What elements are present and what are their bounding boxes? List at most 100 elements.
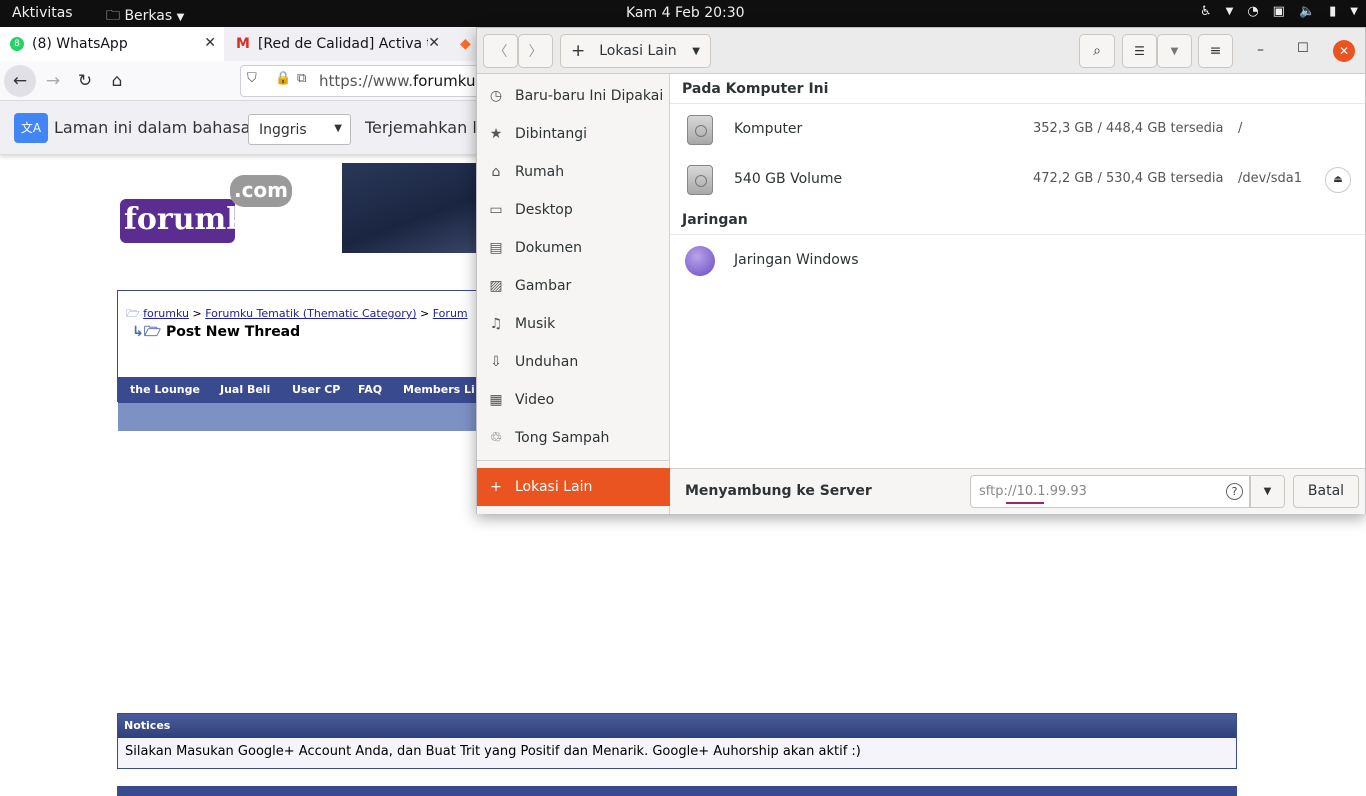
activities-button[interactable]: Aktivitas xyxy=(12,5,73,21)
translate-icon: 文A xyxy=(14,113,48,143)
home-button[interactable]: ⌂ xyxy=(101,65,133,97)
breadcrumb-link-forumku[interactable]: forumku xyxy=(143,307,189,320)
sidebar-item-pictures[interactable]: ▨ Gambar xyxy=(477,267,670,305)
language-select[interactable]: Inggris ▼ xyxy=(248,114,351,145)
sidebar-item-music[interactable]: ♫ Musik xyxy=(477,305,670,343)
forward-button[interactable]: 〉 xyxy=(518,34,553,68)
folder-icon: ↳🗁 xyxy=(132,324,162,340)
breadcrumb-link-tematik[interactable]: Forumku Tematik (Thematic Category) xyxy=(205,307,416,320)
close-icon[interactable]: ✕ xyxy=(204,35,216,51)
translate-button[interactable]: Terjemahkan la xyxy=(365,118,487,137)
notices-text: Silakan Masukan Google+ Account Anda, da… xyxy=(118,738,1236,768)
back-button[interactable]: 〈 xyxy=(483,34,518,68)
permissions-icon[interactable]: ⧉ xyxy=(297,71,306,86)
system-tray[interactable]: ♿ ▼ ◔ ▣ 🔈 ▮ ▼ xyxy=(1200,4,1358,19)
wifi-icon: ◔ xyxy=(1247,4,1259,19)
chevron-down-icon: ▼ xyxy=(1170,45,1179,57)
section-header-network: Jaringan xyxy=(670,205,1365,235)
drive-space: 472,2 GB / 530,4 GB tersedia xyxy=(1033,171,1224,186)
connect-server-bar: Menyambung ke Server sftp://10.1.99.93 ?… xyxy=(670,468,1365,514)
whatsapp-icon: 8 xyxy=(10,37,24,51)
server-history-dropdown[interactable]: ▼ xyxy=(1250,475,1285,508)
sidebar-item-home[interactable]: ⌂ Rumah xyxy=(477,153,670,191)
app-menu[interactable]: 🗀 Berkas ▼ xyxy=(106,5,184,29)
sidebar-item-other-locations[interactable]: + Lokasi Lain xyxy=(477,468,670,506)
chevron-left-icon: 〈 xyxy=(493,44,508,60)
drive-space: 352,3 GB / 448,4 GB tersedia xyxy=(1033,121,1224,136)
view-options-button[interactable]: ▼ xyxy=(1157,34,1192,68)
menu-button[interactable]: ≡ xyxy=(1198,34,1233,68)
breadcrumb-link-forum[interactable]: Forum xyxy=(433,307,468,320)
chevron-down-icon: ▼ xyxy=(692,45,700,57)
sidebar-item-starred[interactable]: ★ Dibintangi xyxy=(477,115,670,153)
accessibility-icon[interactable]: ♿ xyxy=(1200,4,1212,19)
top-bar: Aktivitas 🗀 Berkas ▼ Kam 4 Feb 20:30 ♿ ▼… xyxy=(0,0,1366,27)
spellcheck-underline xyxy=(1006,502,1044,504)
cancel-button[interactable]: Batal xyxy=(1293,475,1359,508)
help-icon[interactable]: ? xyxy=(1226,483,1243,500)
translate-prompt: Laman ini dalam bahasa xyxy=(54,118,251,137)
volume-icon: 🔈 xyxy=(1298,4,1316,19)
list-view-icon: ☰ xyxy=(1134,44,1145,58)
header-bar: 〈 〉 + Lokasi Lain ▼ ⌕ ☰ ▼ ≡ – ☐ ✕ xyxy=(477,28,1365,74)
clock-icon: ◷ xyxy=(489,88,503,104)
search-button[interactable]: ⌕ xyxy=(1079,34,1115,68)
close-icon[interactable]: ✕ xyxy=(428,35,440,51)
lock-icon[interactable]: 🔒 xyxy=(275,71,291,86)
network-name: Jaringan Windows xyxy=(734,252,859,268)
view-list-button[interactable]: ☰ xyxy=(1122,34,1157,68)
eject-icon[interactable]: ⏏ xyxy=(1325,167,1351,193)
nav-link-lounge[interactable]: the Lounge xyxy=(130,383,200,396)
server-address-input[interactable]: sftp://10.1.99.93 ? xyxy=(970,475,1250,508)
tab-gmail[interactable]: M [Red de Calidad] Activa t ✕ xyxy=(226,27,448,61)
forumku-logo[interactable]: forumku xyxy=(120,199,269,243)
sidebar-item-label: Desktop xyxy=(515,202,573,218)
back-button[interactable]: ← xyxy=(4,65,36,97)
sidebar-item-documents[interactable]: ▤ Dokumen xyxy=(477,229,670,267)
drive-mount: / xyxy=(1238,121,1243,136)
network-row-windows[interactable]: Jaringan Windows xyxy=(670,236,1365,286)
document-icon: ▤ xyxy=(489,240,503,256)
page-title-text: Post New Thread xyxy=(165,324,301,340)
location-button[interactable]: + Lokasi Lain ▼ xyxy=(560,34,711,68)
sidebar-item-downloads[interactable]: ⇩ Unduhan xyxy=(477,343,670,381)
reload-button[interactable]: ↻ xyxy=(69,65,101,97)
sidebar-item-recent[interactable]: ◷ Baru-baru Ini Dipakai xyxy=(477,77,670,115)
minimize-button[interactable]: – xyxy=(1257,42,1264,58)
folder-icon: 🗁 xyxy=(126,307,140,320)
star-icon: ★ xyxy=(489,126,503,142)
breadcrumb-separator: > xyxy=(192,307,202,320)
tab-whatsapp[interactable]: 8 (8) WhatsApp ✕ xyxy=(0,27,224,61)
drive-row-komputer[interactable]: Komputer 352,3 GB / 448,4 GB tersedia / xyxy=(670,105,1365,155)
plus-icon: + xyxy=(571,41,586,61)
nav-link-faq[interactable]: FAQ xyxy=(358,383,382,396)
gitlab-icon: ◆ xyxy=(460,36,471,52)
nav-link-user-cp[interactable]: User CP xyxy=(292,383,340,396)
drive-row-volume[interactable]: 540 GB Volume 472,2 GB / 530,4 GB tersed… xyxy=(670,155,1365,205)
banner-image xyxy=(342,163,476,253)
sidebar-item-label: Dokumen xyxy=(515,240,583,256)
folder-icon: 🗀 xyxy=(106,8,120,24)
sidebar-item-label: Unduhan xyxy=(515,354,579,370)
clock[interactable]: Kam 4 Feb 20:30 xyxy=(626,5,745,21)
forward-button[interactable]: → xyxy=(37,65,69,97)
nav-link-jual-beli[interactable]: Jual Beli xyxy=(220,383,270,396)
close-button[interactable]: ✕ xyxy=(1333,40,1355,62)
battery-icon: ▮ xyxy=(1329,4,1337,19)
sidebar-item-trash[interactable]: ♲ Tong Sampah xyxy=(477,419,670,457)
sidebar-item-label: Gambar xyxy=(515,278,572,294)
drive-icon xyxy=(687,115,713,145)
shield-icon[interactable]: ⛉ xyxy=(247,71,257,86)
breadcrumb-separator: > xyxy=(420,307,430,320)
music-icon: ♫ xyxy=(489,316,503,332)
reload-icon: ↻ xyxy=(77,71,93,91)
sidebar-item-label: Rumah xyxy=(515,164,565,180)
sidebar-item-label: Tong Sampah xyxy=(515,430,610,446)
desktop-icon: ▭ xyxy=(489,202,503,218)
chevron-down-icon: ▼ xyxy=(1225,6,1234,17)
sidebar-item-desktop[interactable]: ▭ Desktop xyxy=(477,191,670,229)
files-window: 〈 〉 + Lokasi Lain ▼ ⌕ ☰ ▼ ≡ – ☐ ✕ ◷ Baru-… xyxy=(476,27,1366,514)
nav-link-members[interactable]: Members Li xyxy=(403,383,475,396)
maximize-button[interactable]: ☐ xyxy=(1297,41,1309,56)
sidebar-item-videos[interactable]: ▦ Video xyxy=(477,381,670,419)
